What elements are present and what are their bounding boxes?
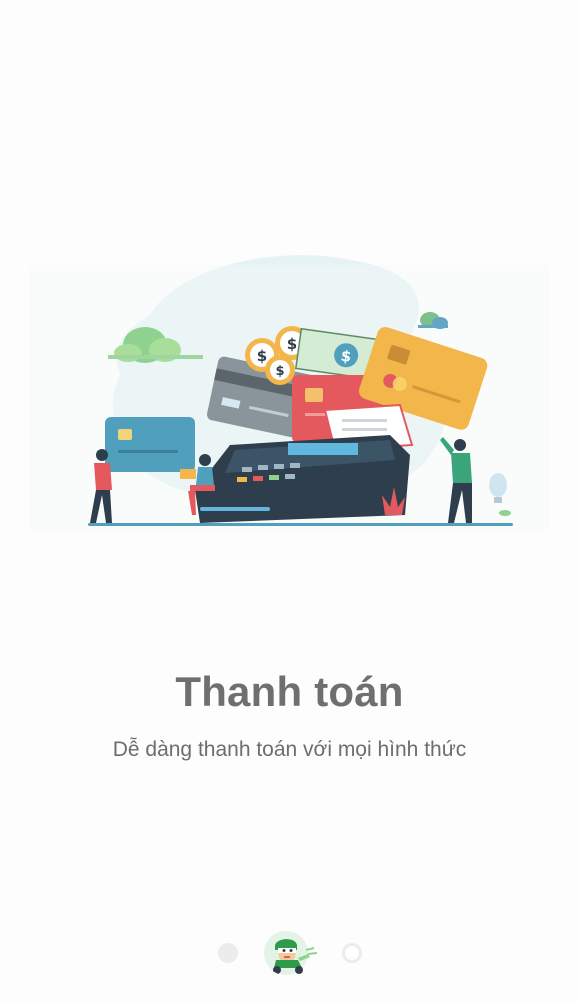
svg-text:$: $	[257, 347, 267, 365]
floor-line	[88, 523, 513, 526]
svg-text:$: $	[275, 364, 284, 379]
scooter-mascot-icon[interactable]	[262, 930, 318, 976]
page-dot-3[interactable]	[342, 943, 362, 963]
teal-card-icon	[105, 417, 195, 472]
page-dot-1[interactable]	[218, 943, 238, 963]
onboarding-title: Thanh toán	[175, 668, 404, 715]
onboarding-screen: $ $ $ $ Thanh toán Dễ dàng thanh toán vớ…	[0, 0, 579, 1003]
payment-illustration: $ $ $ $	[30, 255, 550, 530]
onboarding-subtitle: Dễ dàng thanh toán với mọi hình thức	[112, 738, 467, 761]
page-indicator	[0, 928, 579, 978]
svg-text:$: $	[287, 335, 297, 353]
coin-icon: $	[265, 355, 295, 385]
